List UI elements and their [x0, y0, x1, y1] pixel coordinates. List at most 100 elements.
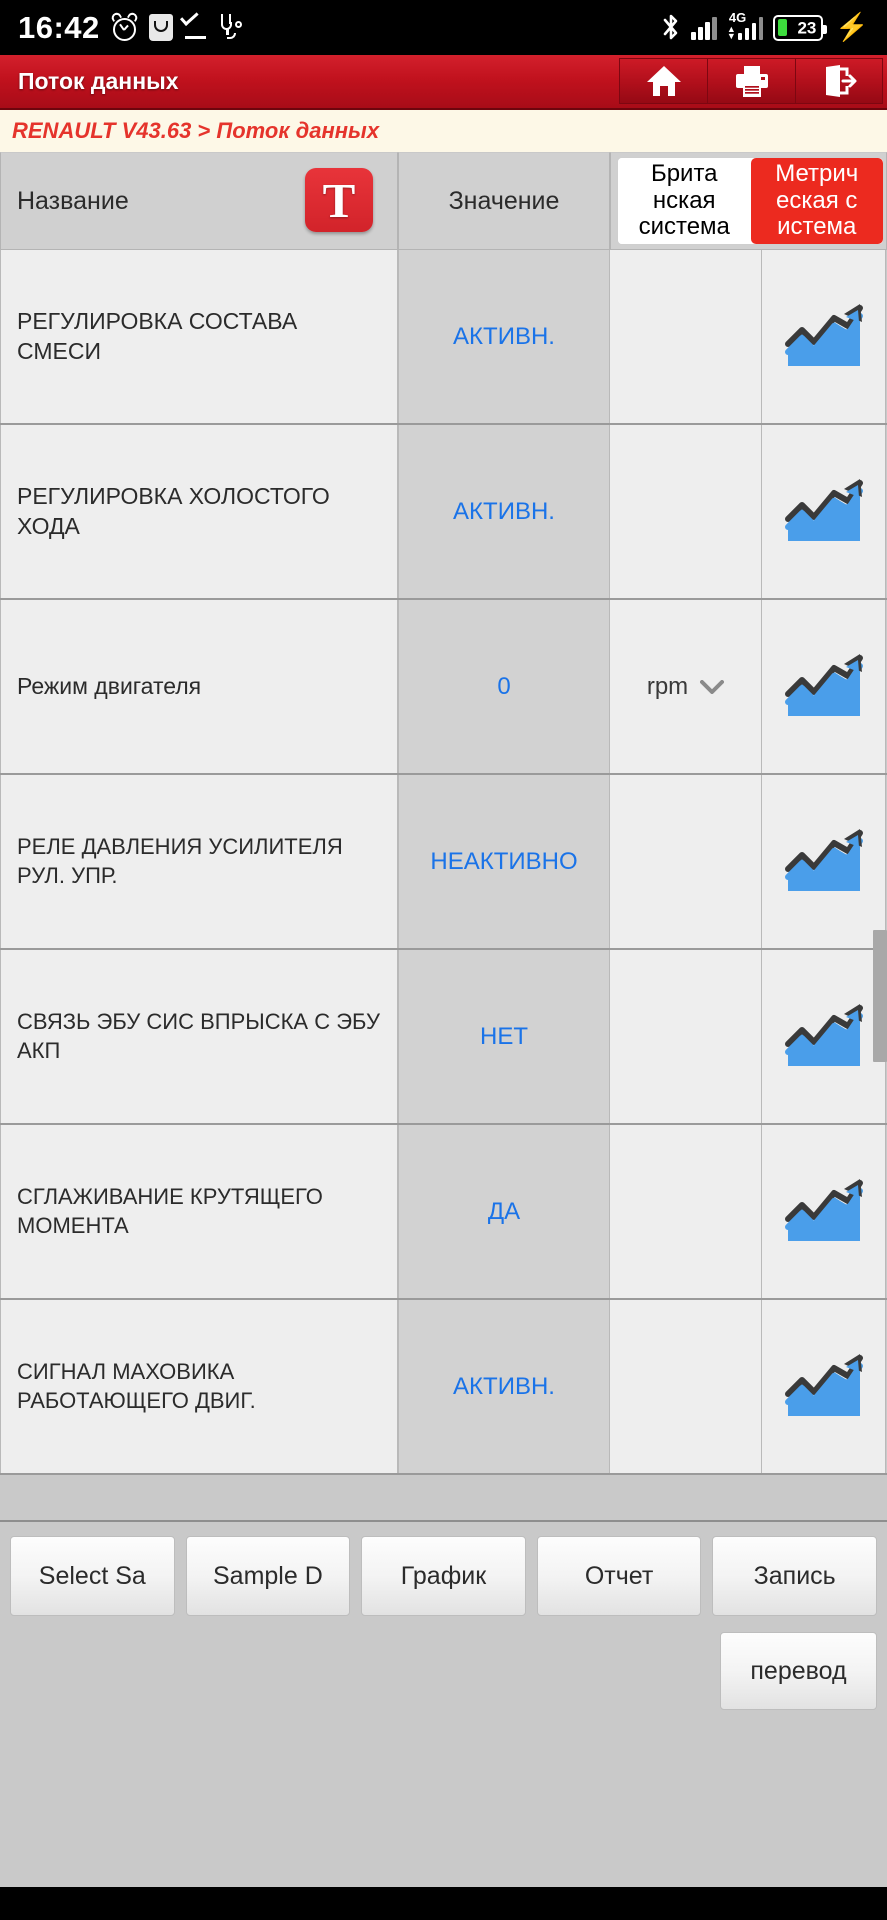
row-unit-label: rpm — [646, 672, 689, 700]
chart-icon — [784, 653, 863, 716]
row-name-cell: Режим двигателя — [0, 600, 398, 773]
table-row[interactable]: РЕЛЕ ДАВЛЕНИЯ УСИЛИТЕЛЯ РУЛ. УПР. НЕАКТИВ… — [0, 775, 887, 950]
chart-icon — [784, 1178, 863, 1241]
translate-text-icon[interactable]: T — [305, 168, 373, 232]
unit-system-toggle: Брита нская система Метрич еская с истем… — [617, 157, 884, 245]
page-title: Поток данных — [18, 68, 179, 94]
row-name-cell: СИГНАЛ МАХОВИКА РАБОТАЮЩЕГО ДВИГ. — [0, 1300, 398, 1473]
breadcrumb: RENAULT V43.63 > Поток данных — [0, 110, 887, 152]
bottom-toolbar: Select Sa Sample D График Отчет Запись п… — [0, 1520, 887, 1887]
status-bar-right: 4G ▲ ▼ 23 ⚡ — [661, 11, 869, 42]
row-name-label: СВЯЗЬ ЭБУ СИС ВПРЫСКА С ЭБУ АКП — [17, 1009, 380, 1063]
report-button[interactable]: Отчет — [536, 1536, 702, 1616]
battery-icon: 23 — [773, 14, 828, 41]
table-row[interactable]: СИГНАЛ МАХОВИКА РАБОТАЮЩЕГО ДВИГ. АКТИВН. — [0, 1300, 887, 1475]
table-row[interactable]: РЕГУЛИРОВКА СОСТАВА СМЕСИ АКТИВН. — [0, 250, 887, 425]
row-value-cell: 0 — [398, 600, 610, 773]
translate-icon-letter: T — [322, 172, 356, 228]
charging-bolt-icon: ⚡ — [835, 12, 869, 42]
table-row[interactable]: Режим двигателя 0 rpm — [0, 600, 887, 775]
row-unit-cell — [610, 1300, 762, 1473]
title-bar-actions — [619, 55, 887, 108]
data-stream-list[interactable]: РЕГУЛИРОВКА СОСТАВА СМЕСИ АКТИВН. РЕГУЛИР… — [0, 250, 887, 1520]
record-label: Запись — [753, 1561, 836, 1590]
row-name-label: СИГНАЛ МАХОВИКА РАБОТАЮЩЕГО ДВИГ. — [17, 1359, 256, 1413]
download-complete-icon — [179, 7, 208, 40]
breadcrumb-text: RENAULT V43.63 > Поток данных — [12, 118, 380, 143]
row-chart-button[interactable] — [762, 600, 886, 773]
stethoscope-icon — [219, 14, 242, 41]
sample-data-label: Sample D — [213, 1561, 323, 1590]
sample-data-button[interactable]: Sample D — [185, 1536, 351, 1616]
status-time: 16:42 — [18, 10, 100, 45]
vertical-scrollbar[interactable] — [873, 930, 887, 1062]
row-chart-button[interactable] — [762, 250, 886, 423]
chart-icon — [784, 303, 863, 366]
row-unit-cell — [610, 775, 762, 948]
row-name-label: РЕГУЛИРОВКА ХОЛОСТОГО ХОДА — [17, 483, 330, 539]
column-header-value: Значение — [398, 152, 610, 250]
row-unit-cell — [610, 1125, 762, 1298]
battery-percent: 23 — [797, 18, 817, 37]
alarm-clock-icon — [109, 11, 139, 41]
row-value-label: 0 — [497, 672, 511, 700]
row-unit-cell — [610, 425, 762, 598]
chart-icon — [784, 478, 863, 541]
table-row[interactable]: СГЛАЖИВАНИЕ КРУТЯЩЕГО МОМЕНТА ДА — [0, 1125, 887, 1300]
row-chart-button[interactable] — [762, 950, 886, 1123]
row-name-cell: СВЯЗЬ ЭБУ СИС ВПРЫСКА С ЭБУ АКП — [0, 950, 398, 1123]
row-value-label: АКТИВН. — [453, 497, 555, 525]
metric-line-3: истема — [777, 213, 857, 241]
row-value-label: ДА — [487, 1197, 521, 1225]
select-sample-button[interactable]: Select Sa — [10, 1536, 175, 1616]
row-chart-button[interactable] — [762, 425, 886, 598]
row-name-cell: РЕЛЕ ДАВЛЕНИЯ УСИЛИТЕЛЯ РУЛ. УПР. — [0, 775, 398, 948]
translate-button[interactable]: перевод — [720, 1632, 877, 1710]
bluetooth-icon — [661, 13, 681, 42]
imperial-line-1: Брита — [650, 159, 718, 187]
row-value-cell: АКТИВН. — [398, 1300, 610, 1473]
4g-signal-icon: 4G ▲ ▼ — [727, 11, 764, 41]
status-bar: 16:42 4G ▲ ▼ 23 ⚡ — [0, 0, 887, 55]
app-notification-icon — [148, 14, 173, 41]
printer-icon — [735, 66, 768, 97]
chart-icon — [784, 1353, 863, 1416]
home-button[interactable] — [619, 58, 707, 104]
row-name-cell: РЕГУЛИРОВКА СОСТАВА СМЕСИ — [0, 250, 398, 423]
column-header-name-label: Название — [17, 186, 129, 215]
print-button[interactable] — [707, 58, 795, 104]
column-header-units: Брита нская система Метрич еская с истем… — [610, 152, 887, 250]
navigation-bar — [0, 1887, 887, 1920]
record-button[interactable]: Запись — [712, 1536, 877, 1616]
row-value-cell: НЕАКТИВНО — [398, 775, 610, 948]
table-row[interactable]: РЕГУЛИРОВКА ХОЛОСТОГО ХОДА АКТИВН. — [0, 425, 887, 600]
screen-root: 16:42 4G ▲ ▼ 23 ⚡ Поток данных RENAULT V… — [0, 0, 887, 1920]
row-name-label: СГЛАЖИВАНИЕ КРУТЯЩЕГО МОМЕНТА — [17, 1184, 323, 1238]
chevron-down-icon — [700, 679, 725, 694]
graph-button[interactable]: График — [361, 1536, 526, 1616]
row-chart-button[interactable] — [762, 775, 886, 948]
row-value-cell: ДА — [398, 1125, 610, 1298]
table-row[interactable]: СВЯЗЬ ЭБУ СИС ВПРЫСКА С ЭБУ АКП НЕТ — [0, 950, 887, 1125]
row-chart-button[interactable] — [762, 1300, 886, 1473]
status-bar-left: 16:42 — [18, 7, 242, 45]
chart-icon — [784, 1003, 863, 1066]
chart-icon — [784, 828, 863, 891]
title-bar: Поток данных — [0, 55, 887, 110]
row-unit-cell[interactable]: rpm — [610, 600, 762, 773]
exit-button[interactable] — [795, 58, 883, 104]
row-unit-cell — [610, 950, 762, 1123]
row-chart-button[interactable] — [762, 1125, 886, 1298]
metric-line-1: Метрич — [775, 159, 859, 187]
home-icon — [646, 66, 681, 96]
graph-label: График — [400, 1561, 487, 1590]
imperial-line-2: нская — [652, 186, 716, 214]
metric-system-button[interactable]: Метрич еская с истема — [750, 158, 883, 244]
column-header-value-label: Значение — [448, 186, 560, 215]
row-value-label: АКТИВН. — [453, 322, 555, 350]
row-value-label: НЕТ — [480, 1022, 528, 1050]
row-name-label: РЕЛЕ ДАВЛЕНИЯ УСИЛИТЕЛЯ РУЛ. УПР. — [17, 834, 343, 888]
imperial-system-button[interactable]: Брита нская система — [618, 158, 751, 244]
row-name-label: РЕГУЛИРОВКА СОСТАВА СМЕСИ — [17, 308, 298, 364]
row-name-cell: СГЛАЖИВАНИЕ КРУТЯЩЕГО МОМЕНТА — [0, 1125, 398, 1298]
